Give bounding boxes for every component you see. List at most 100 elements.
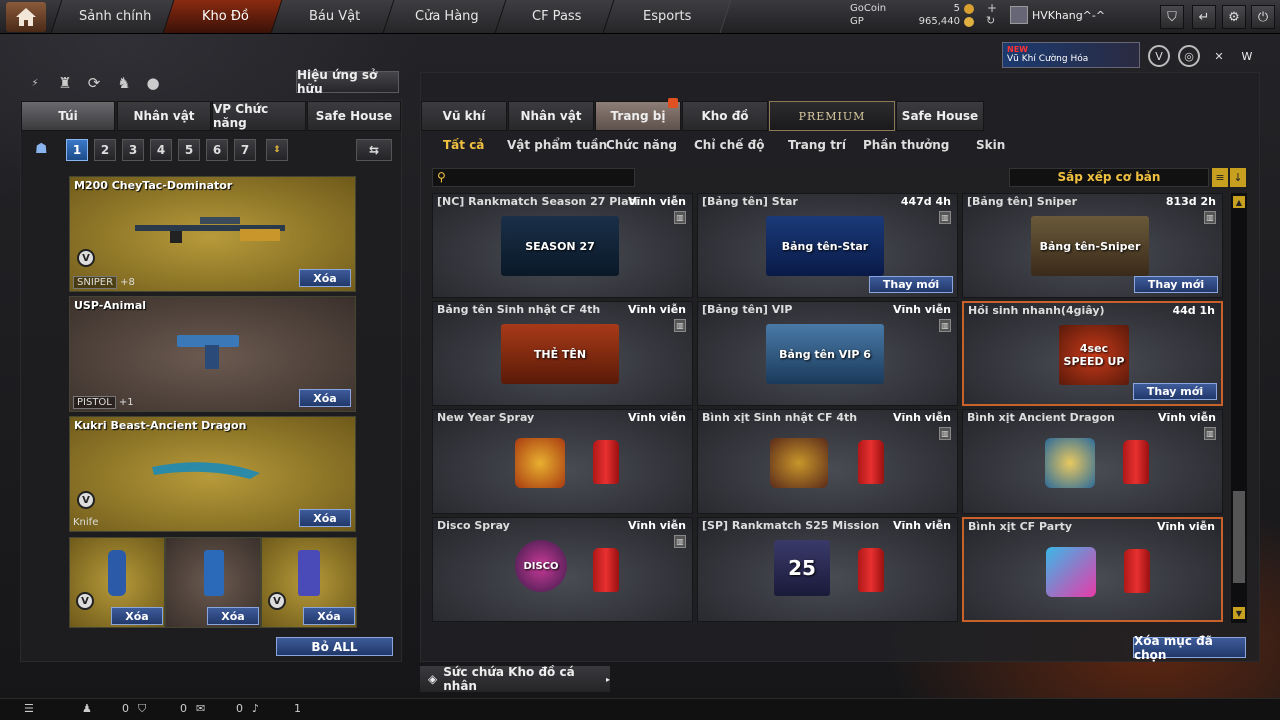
- tab-safe-house[interactable]: Safe House: [896, 101, 984, 131]
- grenade-icon[interactable]: ●: [142, 72, 164, 94]
- search-input[interactable]: ⚲: [432, 168, 635, 187]
- user-info[interactable]: HVKhang^-^: [1010, 6, 1105, 24]
- renew-button[interactable]: Thay mới: [869, 276, 953, 293]
- subtab-all[interactable]: Tất cả: [443, 138, 484, 152]
- transfer-icon[interactable]: ⇆: [356, 139, 392, 161]
- item-card[interactable]: Disco Spray Vĩnh viễn ▥ DISCO: [432, 517, 693, 622]
- delete-button[interactable]: Xóa: [303, 607, 355, 625]
- page-5-button[interactable]: 5: [178, 139, 200, 161]
- target-icon[interactable]: ◎: [1178, 45, 1200, 67]
- w-logo-icon[interactable]: W: [1236, 45, 1258, 67]
- item-card[interactable]: [Bảng tên] VIP Vĩnh viễn ▥ Bảng tên VIP …: [697, 301, 958, 406]
- effects-button[interactable]: Hiệu ứng sở hữu: [296, 68, 399, 96]
- item-card[interactable]: Hồi sinh nhanh(4giây) 44d 1h 4sec SPEED …: [962, 301, 1223, 406]
- character-icon[interactable]: ♜: [54, 72, 76, 94]
- tab-function-items[interactable]: VP Chức năng: [212, 101, 306, 131]
- delete-button[interactable]: Xóa: [299, 269, 351, 287]
- nav-tab-cfpass[interactable]: CF Pass: [494, 0, 620, 33]
- subtab-function[interactable]: Chức năng: [606, 138, 677, 152]
- item-card[interactable]: [SP] Rankmatch S25 Mission Vĩnh viễn 25: [697, 517, 958, 622]
- speaker-icon[interactable]: ♪: [252, 702, 259, 715]
- page-4-button[interactable]: 4: [150, 139, 172, 161]
- subtab-rewards[interactable]: Phần thưởng: [863, 138, 949, 152]
- item-card[interactable]: Bình xịt Sinh nhật CF 4th Vĩnh viễn ▥: [697, 409, 958, 514]
- page-stepper-icon[interactable]: ⇕: [266, 139, 288, 161]
- list-view-icon[interactable]: ≡: [1212, 168, 1228, 187]
- home-button[interactable]: [6, 2, 46, 32]
- subtab-weekly[interactable]: Vật phẩm tuần: [507, 138, 607, 152]
- grenade-card[interactable]: Xóa: [165, 537, 261, 628]
- item-card[interactable]: [Bảng tên] Sniper 813d 2h ▥ Bảng tên-Sni…: [962, 193, 1223, 298]
- trash-icon[interactable]: ▥: [1204, 211, 1216, 224]
- page-6-button[interactable]: 6: [206, 139, 228, 161]
- sort-direction-icon[interactable]: ↓: [1230, 168, 1246, 187]
- item-card[interactable]: [Bảng tên] Star 447d 4h ▥ Bảng tên-Star …: [697, 193, 958, 298]
- people-icon[interactable]: ♟: [82, 702, 92, 715]
- scroll-up-icon[interactable]: ▲: [1233, 196, 1245, 208]
- nav-tab-inventory[interactable]: Kho Đồ: [162, 0, 288, 33]
- effects-off-icon[interactable]: ⚡: [24, 72, 46, 94]
- tab-weapons[interactable]: Vũ khí: [421, 101, 507, 131]
- trash-icon[interactable]: ▥: [674, 211, 686, 224]
- remove-all-button[interactable]: Bỏ ALL: [276, 637, 393, 656]
- exit-icon[interactable]: ↵: [1192, 5, 1216, 29]
- item-card[interactable]: Bình xịt CF Party Vĩnh viễn: [962, 517, 1223, 622]
- subtab-skin[interactable]: Skin: [976, 138, 1005, 152]
- tab-premium[interactable]: PREMIUM: [769, 101, 895, 131]
- weapon-card[interactable]: M200 CheyTac-Dominator V SNIPER +8 Xóa: [69, 176, 356, 292]
- weapon-card[interactable]: Kukri Beast-Ancient Dragon V Knife Xóa: [69, 416, 356, 532]
- clan-shield-icon[interactable]: ⛉: [138, 702, 146, 716]
- delete-button[interactable]: Xóa: [207, 607, 259, 625]
- trash-icon[interactable]: ▥: [939, 319, 951, 332]
- tab-bag[interactable]: Túi: [21, 101, 115, 131]
- menu-icon[interactable]: ☰: [24, 702, 34, 715]
- trash-icon[interactable]: ▥: [1204, 427, 1216, 440]
- v-badge-icon[interactable]: V: [1148, 45, 1170, 67]
- page-7-button[interactable]: 7: [234, 139, 256, 161]
- page-1-button[interactable]: 1: [66, 139, 88, 161]
- capacity-button[interactable]: ◈ Sức chứa Kho đồ cá nhân ▸: [420, 665, 610, 693]
- nav-tab-treasure[interactable]: Báu Vật: [270, 0, 400, 33]
- delete-selected-button[interactable]: Xóa mục đã chọn: [1133, 634, 1246, 662]
- swords-icon[interactable]: ✕: [1208, 45, 1230, 67]
- renew-button[interactable]: Thay mới: [1133, 383, 1217, 400]
- item-card[interactable]: New Year Spray Vĩnh viễn: [432, 409, 693, 514]
- subtab-decoration[interactable]: Trang trí: [788, 138, 846, 152]
- grenade-card[interactable]: V Xóa: [69, 537, 165, 628]
- delete-button[interactable]: Xóa: [111, 607, 163, 625]
- scrollbar-thumb[interactable]: [1233, 491, 1245, 583]
- trash-icon[interactable]: ▥: [674, 319, 686, 332]
- power-icon[interactable]: ⏻: [1251, 5, 1275, 29]
- promo-banner[interactable]: NEW Vũ Khí Cường Hóa: [1002, 42, 1140, 68]
- item-card[interactable]: Bình xịt Ancient Dragon Vĩnh viễn ▥: [962, 409, 1223, 514]
- runner-icon[interactable]: ♞: [113, 72, 135, 94]
- trash-icon[interactable]: ▥: [939, 211, 951, 224]
- tab-safe-house[interactable]: Safe House: [307, 101, 401, 131]
- page-3-button[interactable]: 3: [122, 139, 144, 161]
- trash-icon[interactable]: ▥: [674, 535, 686, 548]
- refresh-icon[interactable]: ↻: [986, 14, 995, 28]
- renew-button[interactable]: Thay mới: [1134, 276, 1218, 293]
- scroll-down-icon[interactable]: ▼: [1233, 607, 1245, 619]
- shield-icon[interactable]: ⛉: [1160, 5, 1184, 29]
- tab-characters[interactable]: Nhân vật: [508, 101, 594, 131]
- cycle-icon[interactable]: ⟳: [83, 72, 105, 94]
- chat-icon[interactable]: ✉: [196, 702, 205, 715]
- nav-tab-esports[interactable]: Esports: [602, 0, 732, 33]
- tab-storage[interactable]: Kho đồ: [682, 101, 768, 131]
- weapon-card[interactable]: USP-Animal PISTOL +1 Xóa: [69, 296, 356, 412]
- nav-tab-home[interactable]: Sảnh chính: [50, 0, 180, 33]
- delete-button[interactable]: Xóa: [299, 389, 351, 407]
- trash-icon[interactable]: ▥: [939, 427, 951, 440]
- nav-tab-shop[interactable]: Cửa Hàng: [382, 0, 512, 33]
- subtab-mode-only[interactable]: Chỉ chế độ: [694, 138, 764, 152]
- delete-button[interactable]: Xóa: [299, 509, 351, 527]
- grenade-card[interactable]: V Xóa: [261, 537, 357, 628]
- add-coin-icon[interactable]: +: [987, 1, 997, 15]
- page-2-button[interactable]: 2: [94, 139, 116, 161]
- tab-character[interactable]: Nhân vật: [117, 101, 211, 131]
- item-card[interactable]: Bảng tên Sinh nhật CF 4th Vĩnh viễn ▥ TH…: [432, 301, 693, 406]
- gear-icon[interactable]: ⚙: [1222, 5, 1246, 29]
- item-scrollbar[interactable]: ▲ ▼: [1231, 193, 1247, 623]
- item-card[interactable]: [NC] Rankmatch Season 27 Platinum Vĩnh v…: [432, 193, 693, 298]
